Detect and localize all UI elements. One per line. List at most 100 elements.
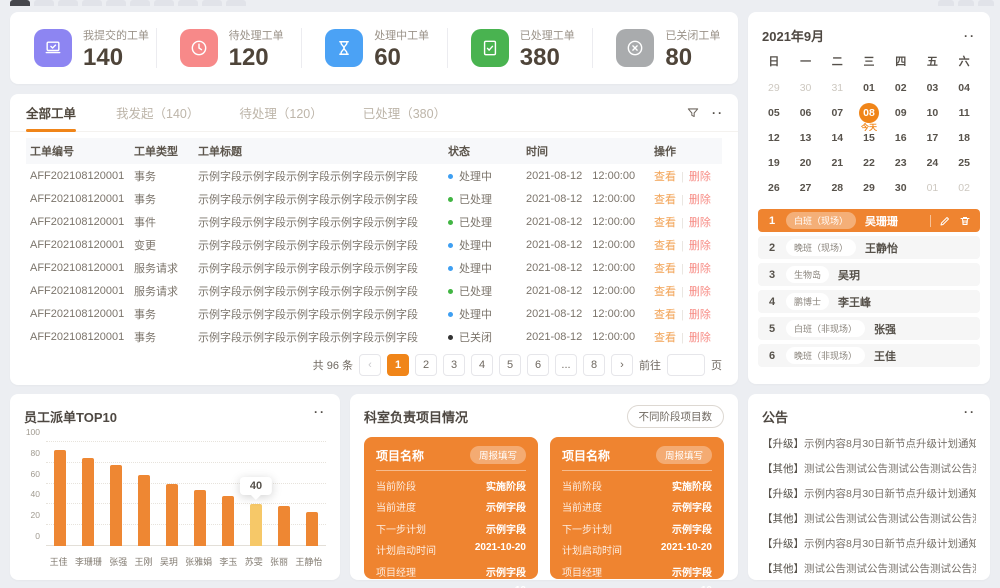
view-link[interactable]: 查看 [654,171,676,183]
bar-李珊珊[interactable] [82,458,94,546]
view-link[interactable]: 查看 [654,240,676,252]
calendar-day[interactable]: 02 [885,75,917,100]
stage-count-button[interactable]: 不同阶段项目数 [627,405,725,428]
calendar-day[interactable]: 11 [948,100,980,125]
browser-tab-active[interactable] [10,0,30,6]
page-button-8[interactable]: 8 [583,354,605,376]
calendar-day[interactable]: 10 [917,100,949,125]
calendar-day[interactable]: 30 [790,75,822,100]
view-link[interactable]: 查看 [654,217,676,229]
delete-link[interactable]: 删除 [689,263,711,275]
calendar-day[interactable]: 19 [758,150,790,175]
calendar-day[interactable]: 31 [821,75,853,100]
schedule-row[interactable]: 6晚班（非现场）王佳 [758,344,980,367]
calendar-day[interactable]: 15 [853,125,885,150]
calendar-day[interactable]: 01 [917,175,949,200]
page-button-5[interactable]: 5 [499,354,521,376]
browser-tab[interactable] [154,0,174,6]
browser-tab[interactable] [178,0,198,6]
bar-王佳[interactable] [54,450,66,546]
calendar-day[interactable]: 13 [790,125,822,150]
browser-tab[interactable] [106,0,126,6]
browser-tab-right[interactable] [978,0,994,6]
bar-张强[interactable] [110,465,122,546]
announcement-item[interactable]: 【升级】示例内容8月30日新节点升级计划通知 [762,532,976,557]
view-link[interactable]: 查看 [654,309,676,321]
browser-tab[interactable] [130,0,150,6]
calendar-day[interactable]: 24 [917,150,949,175]
calendar-day[interactable]: 27 [790,175,822,200]
browser-tab[interactable] [58,0,78,6]
calendar-day[interactable]: 18 [948,125,980,150]
weekly-report-badge[interactable]: 周报填写 [656,446,712,464]
calendar-day[interactable]: 09 [885,100,917,125]
edit-icon[interactable] [939,215,951,227]
calendar-day[interactable]: 12 [758,125,790,150]
bar-张雅娟[interactable] [194,490,206,546]
schedule-row[interactable]: 2晚班（现场）王静怡 [758,236,980,259]
delete-link[interactable]: 删除 [689,240,711,252]
calendar-day-selected[interactable]: 08今天 [853,100,885,125]
view-link[interactable]: 查看 [654,332,676,344]
project-card-1[interactable]: 项目名称周报填写当前阶段实施阶段当前进度示例字段下一步计划示例字段计划启动时间2… [364,437,538,579]
trash-icon[interactable] [959,215,971,227]
page-ellipsis[interactable]: ... [555,354,577,376]
bar-王刚[interactable] [138,475,150,546]
schedule-row[interactable]: 4鹏博士李王峰 [758,290,980,313]
announcement-item[interactable]: 【其他】测试公告测试公告测试公告测试公告测试公告 [762,457,976,482]
delete-link[interactable]: 删除 [689,286,711,298]
calendar-day[interactable]: 07 [821,100,853,125]
browser-tab-right[interactable] [958,0,974,6]
announcement-item[interactable]: 【其他】测试公告测试公告测试公告测试公告测试公告 [762,557,976,582]
calendar-day[interactable]: 14 [821,125,853,150]
delete-link[interactable]: 删除 [689,171,711,183]
announcement-item[interactable]: 【升级】示例内容8月30日新节点升级计划通知 [762,482,976,507]
browser-tab[interactable] [34,0,54,6]
announcement-item[interactable]: 【其他】测试公告测试公告测试公告测试公告测试公告 [762,507,976,532]
chart-more-icon[interactable]: ·· [314,406,326,418]
announcement-item[interactable]: 【升级】示例内容8月30日新节点升级计划通知 [762,432,976,457]
goto-page-input[interactable] [667,354,705,376]
calendar-day[interactable]: 23 [885,150,917,175]
bar-张丽[interactable] [278,506,290,546]
calendar-day[interactable]: 22 [853,150,885,175]
tab-all-orders[interactable]: 全部工单 [26,94,76,131]
next-page-button[interactable]: › [611,354,633,376]
calendar-day[interactable]: 04 [948,75,980,100]
schedule-row[interactable]: 1白班（现场）吴珊珊 [758,209,980,232]
delete-link[interactable]: 删除 [689,217,711,229]
filter-icon[interactable] [686,106,700,120]
calendar-day[interactable]: 01 [853,75,885,100]
calendar-day[interactable]: 03 [917,75,949,100]
page-button-6[interactable]: 6 [527,354,549,376]
calendar-day[interactable]: 25 [948,150,980,175]
calendar-day[interactable]: 02 [948,175,980,200]
page-button-3[interactable]: 3 [443,354,465,376]
browser-tab[interactable] [226,0,246,6]
delete-link[interactable]: 删除 [689,309,711,321]
tab-1[interactable]: 我发起（140） [116,94,199,131]
bar-吴玥[interactable] [166,484,178,546]
project-card-2[interactable]: 项目名称周报填写当前阶段实施阶段当前进度示例字段下一步计划示例字段计划启动时间2… [550,437,724,579]
calendar-day[interactable]: 16 [885,125,917,150]
calendar-day[interactable]: 30 [885,175,917,200]
view-link[interactable]: 查看 [654,263,676,275]
bar-王静怡[interactable] [306,512,318,546]
browser-tab[interactable] [82,0,102,6]
worklist-more-icon[interactable]: ·· [712,107,724,119]
calendar-day[interactable]: 06 [790,100,822,125]
page-button-2[interactable]: 2 [415,354,437,376]
tab-2[interactable]: 待处理（120） [239,94,322,131]
calendar-day[interactable]: 29 [853,175,885,200]
page-button-4[interactable]: 4 [471,354,493,376]
calendar-more-icon[interactable]: ·· [964,30,976,42]
calendar-day[interactable]: 28 [821,175,853,200]
browser-tab[interactable] [202,0,222,6]
bar-李玉[interactable] [222,496,234,546]
schedule-row[interactable]: 5白班（非现场）张强 [758,317,980,340]
weekly-report-badge[interactable]: 周报填写 [470,446,526,464]
view-link[interactable]: 查看 [654,194,676,206]
calendar-day[interactable]: 20 [790,150,822,175]
delete-link[interactable]: 删除 [689,332,711,344]
announcements-more-icon[interactable]: ·· [964,406,976,418]
